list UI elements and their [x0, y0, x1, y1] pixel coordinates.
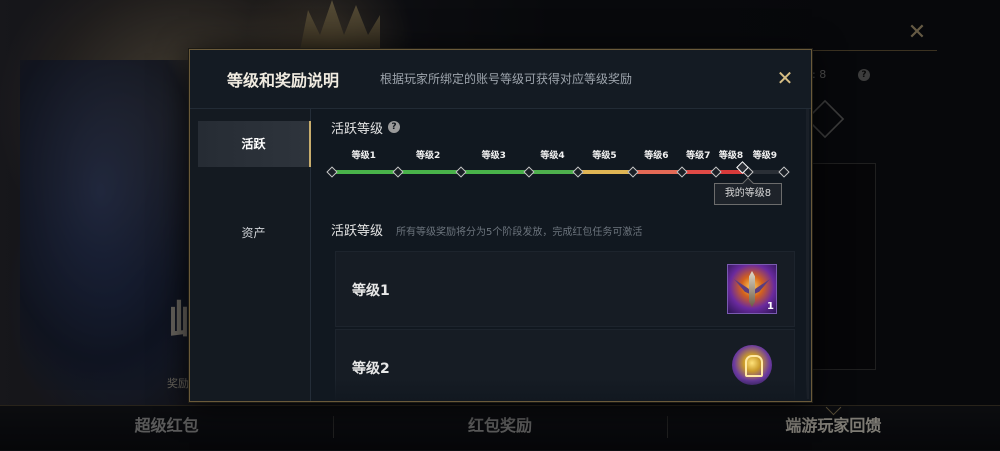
- reward-level-label: 等级1: [352, 283, 390, 299]
- level-segment: [527, 170, 578, 174]
- help-icon[interactable]: ?: [388, 121, 400, 133]
- sidebar-item-assets[interactable]: 资产: [198, 210, 309, 256]
- level-segment: [396, 170, 460, 174]
- mage-glyph: [745, 355, 763, 377]
- level-label: 等级9: [752, 151, 778, 161]
- modal-sidebar: 活跃 资产: [190, 109, 311, 401]
- emblem-sword: [749, 271, 755, 307]
- level-label: 等级8: [718, 151, 744, 161]
- level-label: 等级3: [481, 151, 506, 161]
- level-segment: [631, 170, 682, 174]
- level-segment: [331, 170, 397, 174]
- level-rewards-modal: 等级和奖励说明 根据玩家所绑定的账号等级可获得对应等级奖励 ✕ 活跃 资产 活跃…: [189, 49, 812, 402]
- level-node: [455, 166, 467, 178]
- sword-emblem-icon[interactable]: 1: [727, 264, 777, 314]
- level-progress-track: [326, 166, 790, 178]
- level-node: [572, 166, 584, 178]
- level-node: [626, 166, 639, 178]
- level-label: 等级1: [351, 151, 376, 161]
- level-node: [710, 166, 722, 178]
- level-node: [391, 166, 404, 178]
- reward-row-level-1[interactable]: 等级1: [335, 251, 795, 327]
- content-scrollbar[interactable]: [806, 109, 809, 399]
- level-label: 等级7: [686, 151, 711, 161]
- level-label: 等级2: [416, 151, 441, 161]
- level-node: [676, 166, 688, 178]
- level-node: [522, 166, 535, 178]
- scroll-fade: [311, 378, 807, 401]
- close-icon[interactable]: ✕: [774, 67, 796, 89]
- level-label: 等级5: [592, 151, 617, 161]
- modal-title: 等级和奖励说明: [227, 71, 340, 90]
- sidebar-item-activity[interactable]: 活跃: [198, 121, 311, 167]
- reward-quantity: 1: [767, 301, 774, 312]
- rewards-section-note: 所有等级奖励将分为5个阶段发放，完成红包任务可激活: [396, 227, 643, 238]
- activity-level-title: 活跃等级: [331, 122, 384, 137]
- level-label: 等级4: [540, 151, 565, 161]
- reward-level-label: 等级2: [352, 361, 390, 377]
- modal-subtitle: 根据玩家所绑定的账号等级可获得对应等级奖励: [380, 72, 633, 86]
- level-segment: [459, 170, 528, 174]
- modal-header: 等级和奖励说明 根据玩家所绑定的账号等级可获得对应等级奖励 ✕: [190, 50, 811, 109]
- rewards-section-title: 活跃等级: [331, 224, 384, 239]
- my-level-tooltip: 我的等级8: [714, 183, 782, 205]
- level-segment: [577, 170, 632, 174]
- level-label: 等级6: [644, 151, 669, 161]
